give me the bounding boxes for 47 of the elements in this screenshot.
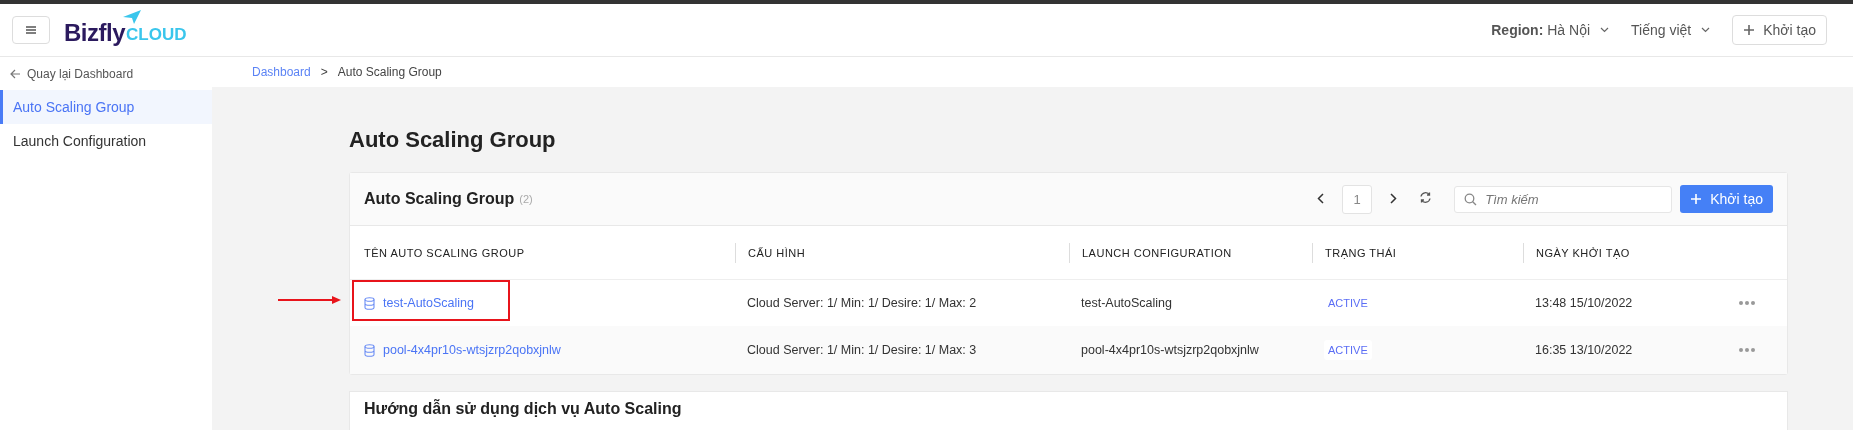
page-title: Auto Scaling Group — [349, 127, 557, 153]
table-cell-text: Cloud Server: 1/ Min: 1/ Desire: 1/ Max: 2 — [746, 296, 978, 310]
create-button[interactable]: Khởi tạo — [1680, 185, 1773, 213]
annotation-arrow — [278, 295, 342, 305]
guide-title: Hướng dẫn sử dụng dịch vụ Auto Scaling — [364, 400, 683, 418]
logo-product-text: CLOUD — [126, 25, 187, 44]
breadcrumb-separator: > — [320, 65, 328, 79]
logo-brand-text: Bizfly — [64, 19, 125, 47]
chevron-right-icon — [1390, 193, 1398, 204]
language-select[interactable]: Tiếng việt — [1631, 22, 1711, 38]
plus-icon — [1743, 24, 1756, 36]
card-title: Auto Scaling Group — [364, 190, 515, 208]
sidebar-item[interactable]: Launch Configuration — [0, 124, 212, 158]
breadcrumb-link[interactable]: Dashboard — [252, 65, 311, 79]
chevron-down-icon — [1701, 27, 1711, 33]
column-header: CẤU HÌNH — [735, 242, 1069, 263]
plus-icon — [1690, 193, 1703, 205]
status-tag: ACTIVE — [1324, 340, 1372, 360]
group-name-link[interactable]: pool-4x4pr10s-wtsjzrp2qobxjnlw — [383, 343, 561, 357]
refresh-icon — [1419, 191, 1433, 204]
column-header: TRẠNG THÁI — [1312, 242, 1523, 263]
database-icon — [364, 343, 375, 357]
search-field[interactable]: Tìm kiếm — [1454, 185, 1673, 213]
column-header: LAUNCH CONFIGURATION — [1069, 242, 1312, 263]
item-count: (2) — [519, 193, 533, 205]
table-cell-text: pool-4x4pr10s-wtsjzrp2qobxjnlw — [1080, 343, 1260, 357]
table-cell-text: 13:48 15/10/2022 — [1534, 296, 1634, 310]
page-number[interactable]: 1 — [1342, 184, 1373, 214]
table-cell-text: test-AutoScaling — [1080, 296, 1174, 310]
search-icon — [1464, 192, 1478, 206]
column-header: TÊN AUTO SCALING GROUP — [363, 245, 526, 261]
sidebar-item[interactable]: Auto Scaling Group — [0, 90, 212, 124]
breadcrumb-current: Auto Scaling Group — [337, 65, 442, 79]
database-icon — [364, 296, 375, 310]
menu-icon — [25, 25, 37, 35]
table-cell-text: Cloud Server: 1/ Min: 1/ Desire: 1/ Max: 3 — [746, 343, 978, 357]
arrow-left-icon — [10, 68, 21, 79]
menu-button[interactable] — [12, 16, 50, 44]
paper-plane-icon — [122, 9, 142, 25]
create-button[interactable]: Khởi tạo — [1732, 15, 1827, 45]
chevron-down-icon — [1600, 27, 1610, 33]
back-link[interactable]: Quay lại Dashboard — [0, 57, 212, 90]
region-select[interactable]: Region: Hà Nội — [1491, 22, 1610, 38]
table-cell-text: 16:35 13/10/2022 — [1534, 343, 1634, 357]
chevron-left-icon — [1317, 193, 1325, 204]
group-name-link[interactable]: test-AutoScaling — [383, 296, 475, 310]
column-header: NGÀY KHỞI TẠO — [1523, 242, 1727, 263]
